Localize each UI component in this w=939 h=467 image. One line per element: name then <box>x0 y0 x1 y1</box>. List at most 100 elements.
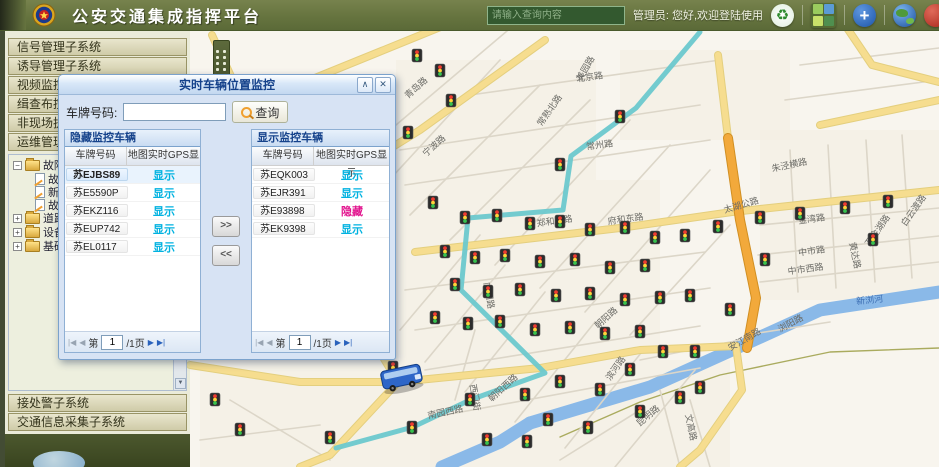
traffic-light-icon[interactable] <box>483 285 493 298</box>
traffic-light-icon[interactable] <box>650 231 660 244</box>
traffic-light-icon[interactable] <box>555 158 565 171</box>
traffic-light-icon[interactable] <box>495 315 505 328</box>
gps-toggle-link[interactable]: 显示 <box>128 239 200 255</box>
traffic-light-icon[interactable] <box>625 363 635 376</box>
vehicle-row[interactable]: 苏EUP742显示 <box>65 220 200 238</box>
traffic-light-icon[interactable] <box>463 317 473 330</box>
traffic-light-icon[interactable] <box>482 433 492 446</box>
traffic-light-icon[interactable] <box>585 287 595 300</box>
gps-toggle-link[interactable]: 显示 <box>128 167 200 183</box>
traffic-light-icon[interactable] <box>635 405 645 418</box>
traffic-light-icon[interactable] <box>430 311 440 324</box>
traffic-light-icon[interactable] <box>595 383 605 396</box>
expand-icon[interactable]: + <box>13 214 22 223</box>
collapse-icon[interactable]: ∧ <box>357 77 373 93</box>
traffic-light-icon[interactable] <box>520 388 530 401</box>
traffic-light-icon[interactable] <box>551 289 561 302</box>
traffic-light-icon[interactable] <box>210 393 220 406</box>
traffic-light-icon[interactable] <box>620 293 630 306</box>
sidebar-item-1[interactable]: 诱导管理子系统 <box>8 57 187 75</box>
gps-toggle-link[interactable]: 显示 <box>315 167 389 183</box>
expand-icon[interactable]: + <box>13 242 22 251</box>
traffic-light-icon[interactable] <box>620 221 630 234</box>
traffic-light-icon[interactable] <box>555 215 565 228</box>
page-input[interactable] <box>289 335 311 350</box>
traffic-light-icon[interactable] <box>500 249 510 262</box>
prev-page-icon[interactable]: ◀ <box>79 338 85 347</box>
traffic-light-icon[interactable] <box>675 391 685 404</box>
first-page-icon[interactable]: |◀ <box>68 338 76 347</box>
last-page-icon[interactable]: ▶| <box>344 338 352 347</box>
vehicle-row[interactable]: 苏EQK003显示 <box>252 166 389 184</box>
traffic-light-icon[interactable] <box>695 381 705 394</box>
traffic-light-icon[interactable] <box>403 126 413 139</box>
traffic-light-icon[interactable] <box>635 325 645 338</box>
traffic-light-icon[interactable] <box>325 431 335 444</box>
gps-toggle-link[interactable]: 显示 <box>128 221 200 237</box>
traffic-light-icon[interactable] <box>470 251 480 264</box>
traffic-light-icon[interactable] <box>465 393 475 406</box>
traffic-light-icon[interactable] <box>570 253 580 266</box>
traffic-light-icon[interactable] <box>440 245 450 258</box>
traffic-light-icon[interactable] <box>535 255 545 268</box>
traffic-light-icon[interactable] <box>713 220 723 233</box>
record-icon[interactable] <box>924 4 939 27</box>
recycle-icon[interactable]: ♻ <box>771 4 794 27</box>
traffic-light-icon[interactable] <box>755 211 765 224</box>
traffic-light-icon[interactable] <box>525 217 535 230</box>
traffic-light-icon[interactable] <box>605 261 615 274</box>
traffic-light-icon[interactable] <box>725 303 735 316</box>
move-left-button[interactable]: << <box>212 245 240 266</box>
plus-icon[interactable]: + <box>853 4 876 27</box>
traffic-light-icon[interactable] <box>435 64 445 77</box>
traffic-light-icon[interactable] <box>522 435 532 448</box>
traffic-light-icon[interactable] <box>795 207 805 220</box>
vehicle-row[interactable]: 苏E5590P显示 <box>65 184 200 202</box>
traffic-light-icon[interactable] <box>460 211 470 224</box>
vehicle-row[interactable]: 苏EKZ116显示 <box>65 202 200 220</box>
vehicle-row[interactable]: 苏EJBS89显示 <box>65 166 200 184</box>
first-page-icon[interactable]: |◀ <box>255 338 263 347</box>
traffic-light-icon[interactable] <box>840 201 850 214</box>
vehicle-row[interactable]: 苏EL0117显示 <box>65 238 200 256</box>
traffic-light-icon[interactable] <box>640 259 650 272</box>
traffic-light-icon[interactable] <box>428 196 438 209</box>
traffic-light-icon[interactable] <box>583 421 593 434</box>
sidebar-item-bottom-0[interactable]: 接处警子系统 <box>8 394 187 412</box>
next-page-icon[interactable]: ▶ <box>335 338 341 347</box>
gps-toggle-link[interactable]: 显示 <box>128 203 200 219</box>
move-right-button[interactable]: >> <box>212 216 240 237</box>
traffic-light-icon[interactable] <box>235 423 245 436</box>
traffic-light-icon[interactable] <box>690 345 700 358</box>
traffic-light-icon[interactable] <box>450 278 460 291</box>
gps-toggle-link[interactable]: 显示 <box>128 185 200 201</box>
next-page-icon[interactable]: ▶ <box>148 338 154 347</box>
traffic-light-icon[interactable] <box>655 291 665 304</box>
vehicle-row[interactable]: 苏E93898隐藏 <box>252 202 389 220</box>
prev-page-icon[interactable]: ◀ <box>266 338 272 347</box>
sidebar-item-bottom-1[interactable]: 交通信息采集子系统 <box>8 413 187 431</box>
last-page-icon[interactable]: ▶| <box>157 338 165 347</box>
gps-toggle-link[interactable]: 隐藏 <box>315 203 389 219</box>
traffic-light-icon[interactable] <box>868 233 878 246</box>
traffic-light-icon[interactable] <box>492 209 502 222</box>
plate-number-input[interactable] <box>123 103 226 121</box>
expand-icon[interactable]: + <box>13 228 22 237</box>
traffic-light-icon[interactable] <box>680 229 690 242</box>
traffic-light-icon[interactable] <box>446 94 456 107</box>
traffic-light-icon[interactable] <box>407 421 417 434</box>
search-button[interactable]: 查询 <box>232 101 288 123</box>
traffic-light-icon[interactable] <box>555 375 565 388</box>
dialog-titlebar[interactable]: 实时车辆位置监控 ∧ ✕ <box>59 75 395 95</box>
scroll-down-icon[interactable]: ▼ <box>175 378 186 389</box>
traffic-light-icon[interactable] <box>658 345 668 358</box>
vehicle-row[interactable]: 苏EJR391显示 <box>252 184 389 202</box>
globe-icon[interactable] <box>893 4 916 27</box>
traffic-light-icon[interactable] <box>600 327 610 340</box>
traffic-light-icon[interactable] <box>883 195 893 208</box>
page-input[interactable] <box>101 335 123 350</box>
header-search-input[interactable] <box>487 6 625 25</box>
traffic-light-icon[interactable] <box>515 283 525 296</box>
traffic-light-icon[interactable] <box>543 413 553 426</box>
traffic-light-icon[interactable] <box>685 289 695 302</box>
